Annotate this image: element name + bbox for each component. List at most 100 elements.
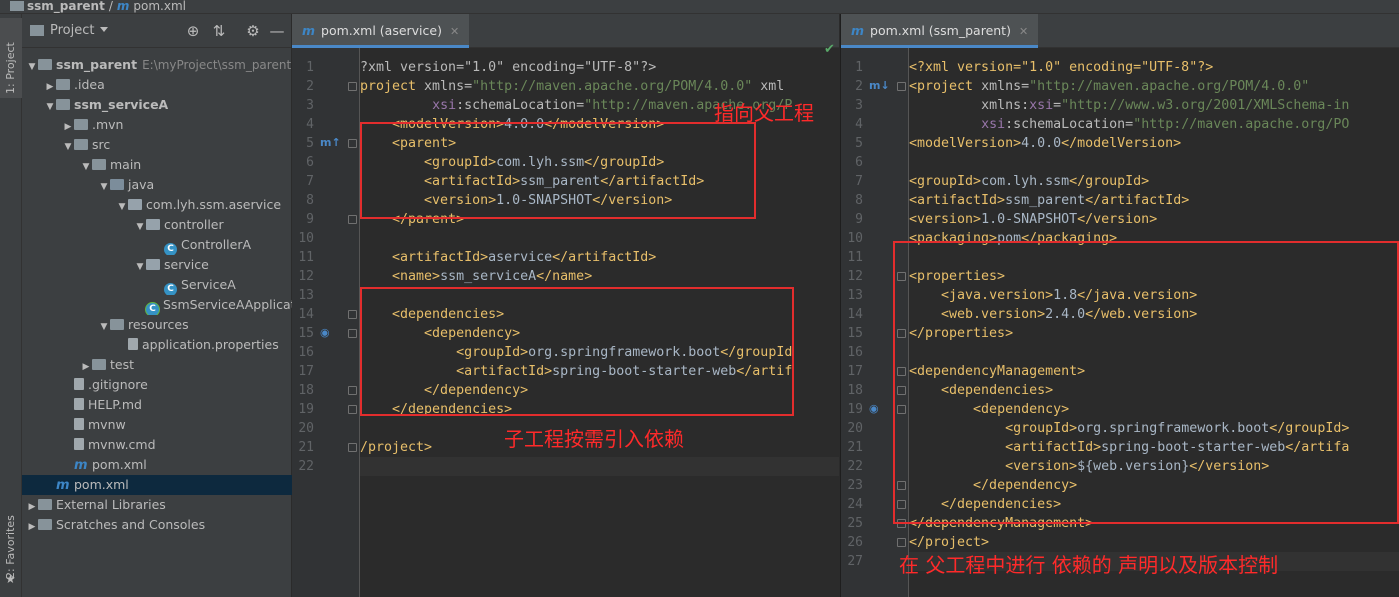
favorites-tool-tab[interactable]: 2: Favorites <box>0 504 22 579</box>
tree-item[interactable]: C ServiceA <box>22 275 292 295</box>
expand-down-icon[interactable]: ▼ <box>44 97 56 115</box>
tree-item-label: ssm_serviceA <box>74 97 169 112</box>
current-line-highlight <box>360 457 839 476</box>
fold-marker-icon[interactable] <box>348 405 357 414</box>
package-icon <box>146 219 160 230</box>
tree-item[interactable]: ▶ Scratches and Consoles <box>22 515 292 535</box>
expand-down-icon[interactable]: ▼ <box>80 157 92 175</box>
expand-right-icon[interactable]: ▶ <box>44 77 56 95</box>
expand-down-icon[interactable]: ▼ <box>98 177 110 195</box>
locate-icon[interactable]: ⊕ <box>184 22 202 40</box>
fold-marker-icon[interactable] <box>348 215 357 224</box>
code-token: xmlns: <box>981 98 1030 113</box>
tree-item[interactable]: ▼ ssm_serviceA <box>22 95 292 115</box>
markdown-icon <box>74 398 84 410</box>
tree-item[interactable]: ▼ java <box>22 175 292 195</box>
fold-marker-icon[interactable] <box>897 82 906 91</box>
line-number: 25 <box>847 516 863 531</box>
code-token: <?xml version="1.0" encoding="UTF-8"?> <box>909 60 1214 75</box>
expand-right-icon[interactable]: ▶ <box>26 497 38 515</box>
code-line: <version>1.0-SNAPSHOT</version> <box>909 210 1157 229</box>
spring-dependency-icon[interactable]: ◉ <box>320 326 330 340</box>
code-line: /project> <box>360 438 432 457</box>
tree-item[interactable]: HELP.md <box>22 395 292 415</box>
fold-marker-icon[interactable] <box>348 329 357 338</box>
tree-item-label: main <box>110 157 142 172</box>
expand-down-icon[interactable]: ▼ <box>116 197 128 215</box>
folder-icon <box>74 119 88 130</box>
folder-icon <box>74 139 88 150</box>
line-number: 14 <box>298 307 314 322</box>
expand-down-icon[interactable]: ▼ <box>26 57 38 75</box>
line-number: 23 <box>847 478 863 493</box>
expand-down-icon[interactable]: ▼ <box>134 217 146 235</box>
code-token: "http://maven.apache.org/POM/4.0.0" <box>1029 79 1310 94</box>
tree-item[interactable]: m pom.xml <box>22 455 292 475</box>
tree-item-label: src <box>92 137 111 152</box>
tree-item[interactable]: mvnw.cmd <box>22 435 292 455</box>
gear-icon[interactable]: ⚙ <box>244 22 262 40</box>
tree-item[interactable]: ▼ com.lyh.ssm.aservice <box>22 195 292 215</box>
implemented-by-icon[interactable]: m↓ <box>869 79 890 93</box>
fold-marker-icon[interactable] <box>348 443 357 452</box>
code-token: xml <box>760 79 785 94</box>
project-view-dropdown[interactable]: Project <box>50 14 108 48</box>
tree-item[interactable]: ▼ ssm_parent E:\myProject\ssm_parent <box>22 55 292 75</box>
collapse-all-icon[interactable]: ⇅ <box>210 22 228 40</box>
tree-item-label: java <box>128 177 155 192</box>
hide-icon[interactable]: — <box>268 22 286 40</box>
code-token: :schemaLocation= <box>456 98 585 113</box>
expand-right-icon[interactable]: ▶ <box>80 357 92 375</box>
tab-pom-aservice[interactable]: m pom.xml (aservice) ✕ <box>292 14 470 48</box>
code-token: </version> <box>1077 212 1158 227</box>
tree-item[interactable]: ▶ .mvn <box>22 115 292 135</box>
expand-down-icon[interactable]: ▼ <box>134 257 146 275</box>
code-line: <name>ssm_serviceA</name> <box>360 267 592 286</box>
tree-item[interactable]: ▼ resources <box>22 315 292 335</box>
expand-right-icon[interactable]: ▶ <box>62 117 74 135</box>
tree-item-label: pom.xml <box>92 457 147 472</box>
file-icon <box>74 438 84 450</box>
fold-marker-icon[interactable] <box>348 386 357 395</box>
tree-item[interactable]: ▶ test <box>22 355 292 375</box>
code-line: <modelVersion>4.0.0</modelVersion> <box>909 134 1181 153</box>
tree-item[interactable]: application.properties <box>22 335 292 355</box>
tree-item[interactable]: .gitignore <box>22 375 292 395</box>
tree-item[interactable]: ▶ .idea <box>22 75 292 95</box>
override-parent-icon[interactable]: m↑ <box>320 136 341 150</box>
expand-down-icon[interactable]: ▼ <box>98 317 110 335</box>
tree-item[interactable]: ▼ src <box>22 135 292 155</box>
line-number: 2 <box>855 79 863 94</box>
tab-pom-ssm-parent[interactable]: m pom.xml (ssm_parent) ✕ <box>841 14 1039 48</box>
tree-item-label: HELP.md <box>88 397 142 412</box>
tree-item-label: ServiceA <box>181 277 236 292</box>
line-number: 18 <box>298 383 314 398</box>
fold-marker-icon[interactable] <box>348 82 357 91</box>
tree-item[interactable]: C ControllerA <box>22 235 292 255</box>
right-editor-tabbar: m pom.xml (ssm_parent) ✕ <box>841 14 1399 48</box>
line-number: 15 <box>847 326 863 341</box>
tree-item[interactable]: ▼ main <box>22 155 292 175</box>
expand-down-icon[interactable]: ▼ <box>62 137 74 155</box>
tree-item[interactable]: ▼ service <box>22 255 292 275</box>
fold-marker-icon[interactable] <box>348 139 357 148</box>
project-tool-tab[interactable]: 1: Project <box>0 24 22 94</box>
breadcrumb-project[interactable]: ssm_parent <box>27 0 105 13</box>
breadcrumb-file[interactable]: pom.xml <box>133 0 186 13</box>
code-token: <groupId> <box>909 174 982 189</box>
class-icon: C <box>164 243 177 255</box>
fold-marker-icon[interactable] <box>348 310 357 319</box>
close-icon[interactable]: ✕ <box>450 25 459 38</box>
code-token: <modelVersion> <box>909 136 1022 151</box>
tree-item[interactable]: ▶ External Libraries <box>22 495 292 515</box>
tree-item[interactable]: mvnw <box>22 415 292 435</box>
code-token: </modelVersion> <box>1061 136 1182 151</box>
spring-dependency-icon[interactable]: ◉ <box>869 402 879 416</box>
fold-marker-icon[interactable] <box>897 538 906 547</box>
code-token: "http://www.w3.org/2001/XMLSchema-in <box>1061 98 1350 113</box>
tree-item[interactable]: C SsmServiceAApplication <box>22 295 292 315</box>
close-icon[interactable]: ✕ <box>1019 25 1028 38</box>
expand-right-icon[interactable]: ▶ <box>26 517 38 535</box>
tree-item[interactable]: ▼ controller <box>22 215 292 235</box>
tree-item[interactable]: m pom.xml <box>22 475 292 495</box>
